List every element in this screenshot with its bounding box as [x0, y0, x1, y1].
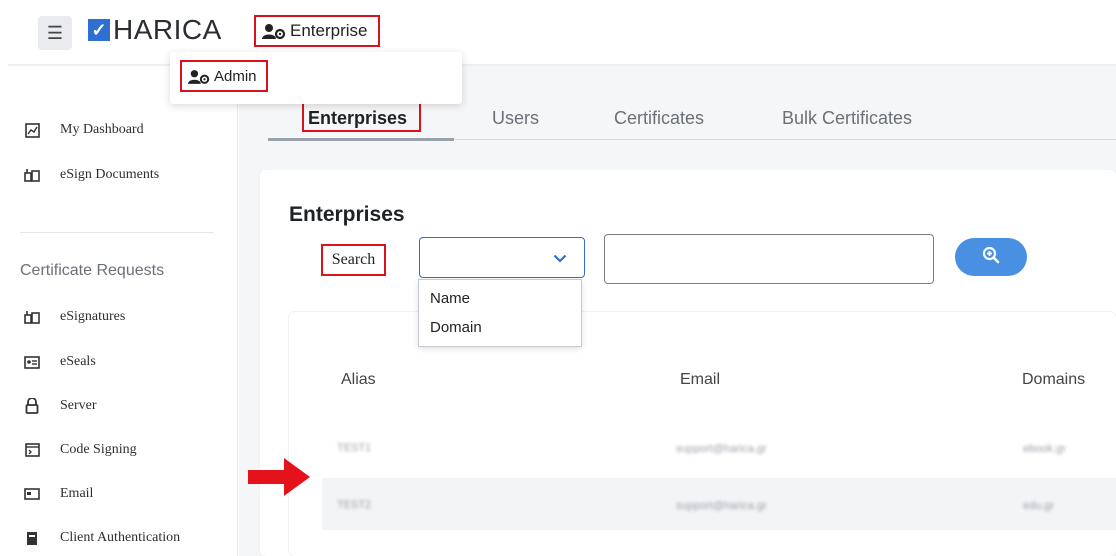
cell-email: support@harica.gr — [676, 443, 767, 455]
role-menu-item-admin[interactable]: Admin — [180, 60, 268, 92]
page-title: Enterprises — [289, 203, 405, 226]
lock-icon — [24, 398, 40, 414]
role-button-label: Enterprise — [290, 21, 368, 40]
column-header-domains[interactable]: Domains — [1022, 371, 1085, 389]
sidebar-item-label: Server — [60, 398, 97, 413]
esign-documents-icon — [24, 167, 40, 183]
sidebar-item-label: Code Signing — [60, 442, 137, 457]
tab-label: Certificates — [614, 107, 705, 128]
search-input[interactable] — [604, 234, 934, 284]
sidebar-item-eseals[interactable]: eSeals — [24, 354, 96, 370]
column-header-alias[interactable]: Alias — [341, 371, 376, 389]
tab-label: Bulk Certificates — [782, 107, 913, 128]
code-signing-icon — [24, 442, 40, 458]
client-auth-icon — [24, 530, 40, 546]
cell-alias: TEST1 — [337, 442, 372, 454]
column-header-email[interactable]: Email — [680, 371, 720, 389]
sidebar-item-label: eSeals — [60, 354, 96, 369]
dropdown-option-domain[interactable]: Domain — [430, 319, 482, 336]
sidebar-item-email[interactable]: Email — [24, 486, 93, 502]
zoom-in-icon — [982, 246, 1000, 269]
sidebar-item-label: Email — [60, 486, 94, 501]
harica-logo[interactable]: ✓ HARICA — [88, 14, 222, 46]
esignature-icon — [24, 309, 40, 325]
search-button[interactable] — [955, 238, 1027, 276]
dashboard-icon — [24, 122, 40, 138]
top-header: ☰ ✓ HARICA Enterprise — [0, 0, 1116, 62]
role-menu-item-label: Admin — [214, 67, 257, 85]
sidebar-divider — [20, 232, 214, 233]
menu-button[interactable]: ☰ — [38, 16, 72, 50]
sidebar-item-label: Client Authentication — [60, 530, 181, 545]
sidebar-item-label: eSign Documents — [60, 167, 160, 182]
sidebar-item-label: My Dashboard — [60, 122, 144, 137]
user-gear-icon — [262, 23, 286, 39]
sidebar-item-esign-documents[interactable]: eSign Documents — [24, 167, 159, 183]
tab-label: Users — [492, 107, 540, 128]
arrow-right-icon — [248, 458, 312, 496]
search-field-dropdown: Name Domain — [418, 279, 582, 347]
sidebar-section-heading: Certificate Requests — [20, 262, 165, 279]
logo-text: HARICA — [113, 14, 222, 45]
email-icon — [24, 486, 40, 502]
role-menu: Admin — [170, 52, 462, 104]
cell-email: support@harica.gr — [676, 500, 767, 512]
search-label: Search — [321, 244, 386, 276]
sidebar: My Dashboard eSign Documents Certificate… — [0, 66, 238, 556]
active-tab-highlight — [302, 100, 421, 132]
sidebar-item-code-signing[interactable]: Code Signing — [24, 442, 137, 458]
hamburger-icon: ☰ — [46, 22, 64, 43]
role-switch-button[interactable]: Enterprise — [254, 15, 380, 47]
cell-alias: TEST2 — [337, 499, 372, 511]
chevron-down-icon[interactable] — [551, 249, 569, 267]
sidebar-item-esignatures[interactable]: eSignatures — [24, 309, 125, 325]
active-tab-underline — [268, 138, 454, 141]
user-gear-icon — [188, 69, 210, 84]
cell-domains: edu.gr — [1023, 500, 1055, 512]
tab-users[interactable]: Users — [492, 96, 539, 140]
sidebar-item-my-dashboard[interactable]: My Dashboard — [24, 122, 144, 138]
sidebar-item-client-authentication[interactable]: Client Authentication — [24, 530, 180, 546]
cell-domains: ebook.gr — [1023, 443, 1066, 455]
sidebar-item-server[interactable]: Server — [24, 398, 97, 414]
sidebar-item-label: eSignatures — [60, 309, 126, 324]
logo-check-icon: ✓ — [88, 19, 110, 41]
dropdown-option-name[interactable]: Name — [430, 290, 470, 307]
tab-bulk-certificates[interactable]: Bulk Certificates — [782, 96, 912, 140]
eseal-icon — [24, 354, 40, 370]
tab-certificates[interactable]: Certificates — [614, 96, 704, 140]
